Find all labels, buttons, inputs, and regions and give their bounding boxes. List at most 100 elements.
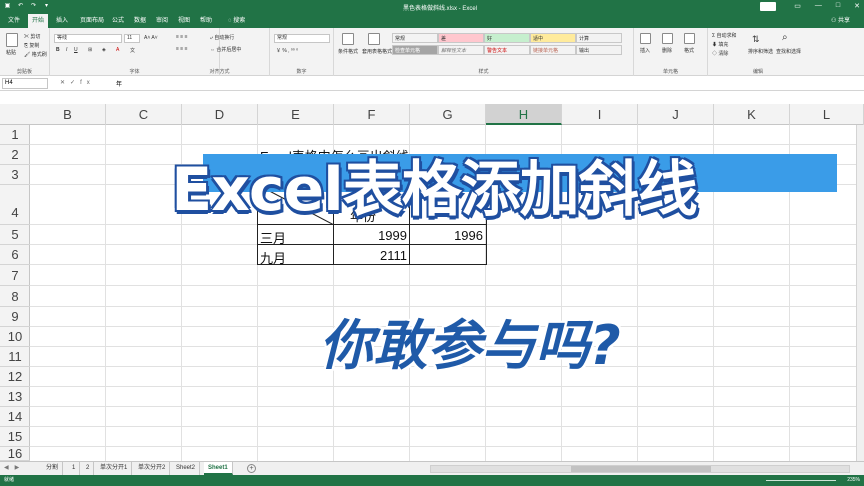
style-output[interactable]: 输出: [576, 45, 622, 55]
row-header-10[interactable]: 10: [0, 327, 30, 347]
sort-filter-icon[interactable]: ⇅: [752, 34, 760, 45]
confirm-entry-icon[interactable]: ✓: [70, 80, 80, 86]
row-header-8[interactable]: 8: [0, 286, 30, 307]
zoom-slider[interactable]: [766, 480, 836, 481]
column-header-d[interactable]: D: [182, 104, 258, 125]
sheet-tab-sheet2[interactable]: Sheet2: [172, 462, 201, 475]
tab-home[interactable]: 开始: [28, 14, 49, 28]
zoom-level[interactable]: 235%: [847, 475, 860, 486]
style-neutral[interactable]: 适中: [530, 33, 576, 43]
wrap-text-button[interactable]: ⤶ 自动换行: [210, 34, 234, 41]
style-good[interactable]: 好: [484, 33, 530, 43]
align-top-icon[interactable]: ≡ ≡ ≡: [176, 34, 188, 40]
signin-button[interactable]: [760, 2, 776, 11]
underline-icon[interactable]: U: [74, 47, 78, 53]
sheet-nav-icons[interactable]: ◀▶: [4, 464, 25, 471]
format-painter-button[interactable]: 🖌 格式刷: [24, 51, 47, 58]
maximize-icon[interactable]: □: [836, 2, 840, 10]
number-format-icons[interactable]: ￥ % ‚ ⁰⁰ ⁰: [276, 47, 298, 54]
formula-input[interactable]: 年: [116, 79, 122, 88]
minimize-icon[interactable]: —: [815, 2, 822, 10]
font-color-icon[interactable]: A: [116, 47, 119, 53]
tab-formulas[interactable]: 公式: [108, 14, 128, 28]
tab-data[interactable]: 数据: [130, 14, 150, 28]
paste-icon[interactable]: [6, 33, 18, 47]
style-linked-cell[interactable]: 链接单元格: [530, 45, 576, 55]
copy-button[interactable]: ⎘ 复制: [24, 42, 39, 49]
column-header-b[interactable]: B: [30, 104, 106, 125]
number-format-select[interactable]: 常规: [274, 34, 330, 43]
row-header-14[interactable]: 14: [0, 407, 30, 427]
redo-icon[interactable]: ↷: [30, 3, 37, 10]
row-header-12[interactable]: 12: [0, 367, 30, 387]
style-check-cell[interactable]: 检查单元格: [392, 45, 438, 55]
tab-file[interactable]: 文件: [4, 14, 24, 28]
name-box[interactable]: H4: [2, 78, 48, 89]
sheet-tab-sheet1[interactable]: Sheet1: [204, 462, 233, 475]
format-as-table-icon[interactable]: [368, 33, 380, 45]
horizontal-scrollbar[interactable]: [430, 465, 850, 473]
delete-cells-icon[interactable]: [662, 33, 673, 44]
merge-center-button[interactable]: ⇔ 合并后居中: [210, 46, 241, 53]
italic-icon[interactable]: I: [66, 47, 67, 53]
style-explanatory[interactable]: 解释性文本: [438, 45, 484, 55]
row-header-16[interactable]: 16: [0, 447, 30, 461]
customize-qat-icon[interactable]: ▾: [43, 3, 50, 10]
sheet-tab-split2[interactable]: 单次分开2: [134, 462, 171, 475]
save-icon[interactable]: ▣: [4, 3, 11, 10]
column-header-e[interactable]: E: [258, 104, 334, 125]
insert-cells-icon[interactable]: [640, 33, 651, 44]
row-header-7[interactable]: 7: [0, 265, 30, 286]
fill-button[interactable]: ⬇ 填充: [712, 41, 728, 48]
conditional-format-icon[interactable]: [342, 33, 354, 45]
cell-g5[interactable]: 1996: [410, 228, 486, 243]
column-header-i[interactable]: I: [562, 104, 638, 125]
insert-function-icon[interactable]: fx: [80, 80, 95, 86]
font-size-select[interactable]: 11: [124, 34, 140, 43]
sheet-tab-1[interactable]: 1: [68, 462, 81, 475]
style-bad[interactable]: 差: [438, 33, 484, 43]
close-icon[interactable]: ✕: [854, 2, 860, 10]
tab-insert[interactable]: 插入: [52, 14, 72, 28]
row-header-6[interactable]: 6: [0, 245, 30, 265]
borders-icon[interactable]: ⊞: [88, 47, 92, 53]
column-header-l[interactable]: L: [790, 104, 864, 125]
style-normal[interactable]: 常规: [392, 33, 438, 43]
find-select-icon[interactable]: ⌕: [782, 32, 788, 43]
column-header-c[interactable]: C: [106, 104, 182, 125]
cancel-entry-icon[interactable]: ✕: [60, 80, 70, 86]
undo-icon[interactable]: ↶: [17, 3, 24, 10]
tab-search[interactable]: ◌ 搜索: [224, 14, 249, 28]
bold-icon[interactable]: B: [56, 47, 60, 53]
phonetic-icon[interactable]: 文: [130, 47, 135, 54]
column-header-f[interactable]: F: [334, 104, 410, 125]
sheet-tab-fenge[interactable]: 分割: [42, 462, 64, 475]
column-header-k[interactable]: K: [714, 104, 790, 125]
sheet-tab-2[interactable]: 2: [82, 462, 95, 475]
ribbon-display-icon[interactable]: ▭: [794, 2, 801, 10]
fill-color-icon[interactable]: ◈: [102, 47, 106, 53]
cell-f5[interactable]: 1999: [334, 228, 410, 243]
row-header-13[interactable]: 13: [0, 387, 30, 407]
cut-button[interactable]: ✂ 剪切: [24, 33, 40, 40]
row-header-1[interactable]: 1: [0, 125, 30, 145]
clear-button[interactable]: ◇ 清除: [712, 50, 728, 57]
row-header-15[interactable]: 15: [0, 427, 30, 447]
column-header-j[interactable]: J: [638, 104, 714, 125]
autosum-button[interactable]: Σ 自动求和: [712, 32, 737, 39]
tab-review[interactable]: 审阅: [152, 14, 172, 28]
cell-e6[interactable]: 九月: [260, 248, 286, 267]
tab-page-layout[interactable]: 页面布局: [76, 14, 108, 28]
format-cells-icon[interactable]: [684, 33, 695, 44]
tab-help[interactable]: 帮助: [196, 14, 216, 28]
share-button[interactable]: ⚇ 共享: [831, 14, 850, 28]
add-sheet-icon[interactable]: +: [247, 464, 256, 473]
sheet-tab-split1[interactable]: 单次分开1: [96, 462, 133, 475]
cell-f6[interactable]: 2111: [334, 248, 410, 263]
vertical-scrollbar[interactable]: [856, 125, 864, 461]
row-header-9[interactable]: 9: [0, 307, 30, 327]
horizontal-scroll-thumb[interactable]: [571, 466, 711, 472]
tab-view[interactable]: 视图: [174, 14, 194, 28]
style-calculation[interactable]: 计算: [576, 33, 622, 43]
font-name-select[interactable]: 等线: [54, 34, 122, 43]
